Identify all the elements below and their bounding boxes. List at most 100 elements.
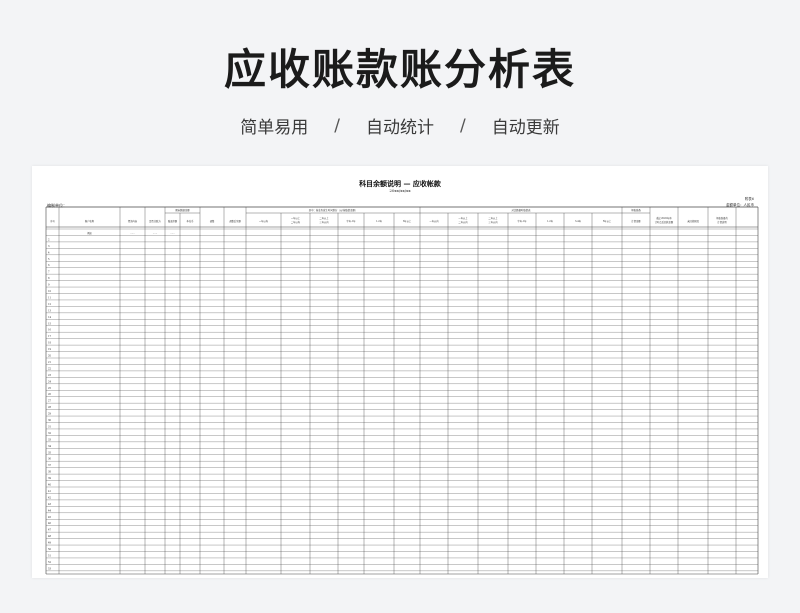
column-header: 是否关联方 [149, 219, 161, 223]
row-number-cell: 45 [48, 516, 52, 519]
column-header: 本位币 [187, 219, 195, 223]
column-header: 3-4年 [575, 219, 582, 223]
column-header: 调整 [210, 219, 215, 223]
row-number-cell: 9 [48, 284, 50, 287]
column-header: 计提说明 [717, 220, 727, 224]
row-number-cell: 43 [48, 503, 52, 506]
row-number-cell: 16 [48, 329, 52, 332]
column-header: 经济内容 [128, 219, 138, 223]
column-header: 1-2年 [547, 219, 554, 223]
header-group-label: 对比数据时账龄表 [511, 208, 531, 212]
row-number-cell: 31 [48, 425, 52, 428]
row-number-cell: 18 [48, 342, 52, 345]
column-header: 5年以上 [603, 219, 612, 223]
row-number-cell: 14 [48, 316, 52, 319]
spreadsheet-preview: 科目余额说明 — 应收帐款 20xx/xx/xx 附表6 金额单位：人民币 编制… [32, 166, 768, 578]
row-number-cell: 50 [48, 548, 52, 551]
row-number-cell: 46 [48, 522, 52, 525]
row-number-cell: 20 [48, 355, 52, 358]
column-header: 未回款原因 [687, 219, 699, 223]
row-number-cell: 41 [48, 490, 52, 493]
sample-cell: ······ [153, 232, 158, 235]
row-number-cell: 38 [48, 471, 52, 474]
row-number-cell: 6 [48, 264, 50, 267]
row-number-cell: 47 [48, 529, 52, 532]
column-header: 半年-1年 [346, 219, 356, 223]
row-number-cell: 53 [48, 567, 52, 570]
tagline-item-auto-update: 自动更新 [491, 118, 560, 138]
row-number-cell: 13 [48, 309, 52, 312]
column-header: 3年以上 [403, 219, 412, 223]
column-header: 账面余额 [168, 219, 178, 223]
row-number-cell: 25 [48, 387, 52, 390]
row-number-cell: 39 [48, 477, 52, 480]
row-number-cell: 24 [48, 380, 52, 383]
row-number-cell: 51 [48, 554, 52, 557]
column-header: 一年以上 [291, 216, 301, 220]
row-number-cell: 37 [48, 464, 52, 467]
column-header: 1-2年 [376, 219, 383, 223]
header-group-label: 期末数据金额 [175, 208, 190, 212]
tagline-item-easy: 简单易用 [240, 118, 309, 138]
row-number-cell: 17 [48, 335, 52, 338]
ledger-table: 2345678910111213141516171819202122232425… [45, 206, 759, 575]
row-number-cell: 35 [48, 451, 52, 454]
tagline-separator: / [334, 115, 340, 136]
row-number-cell: 12 [48, 303, 52, 306]
row-number-cell: 42 [48, 496, 52, 499]
column-header: 一年以内 [259, 219, 269, 223]
column-header: 二年以内 [458, 220, 468, 224]
header-group-label: 坏账准备 [631, 208, 641, 212]
tagline-separator: / [460, 115, 466, 136]
hero-title: 应收账款账分析表 [223, 45, 576, 94]
row-number-cell: 44 [48, 509, 52, 512]
row-number-cell: 26 [48, 393, 52, 396]
row-number-cell: 52 [48, 561, 52, 564]
column-header: 一年以上 [458, 216, 468, 220]
sample-cell: ······ [170, 232, 175, 235]
row-number-cell: 21 [48, 361, 52, 364]
column-header: 三年以内 [488, 220, 498, 224]
row-number-cell: 34 [48, 445, 52, 448]
row-number-cell: 30 [48, 419, 52, 422]
row-number-cell: 5 [48, 258, 50, 261]
column-header: 三年以内 [319, 220, 329, 224]
row-number-cell: 23 [48, 374, 52, 377]
column-header: 二年以上 [488, 216, 498, 220]
row-number-cell: 36 [48, 458, 52, 461]
row-number-cell: 4 [48, 251, 50, 254]
row-number-cell: 29 [48, 413, 52, 416]
row-number-cell: 49 [48, 542, 52, 545]
row-number-cell: 11 [48, 296, 52, 299]
column-header: 计时点后回款金额 [655, 220, 674, 224]
row-number-cell: 48 [48, 535, 52, 538]
row-number-cell: 27 [48, 400, 52, 403]
tagline: 简单易用 / 自动统计 / 自动更新 [0, 113, 800, 139]
row-number-cell: 8 [48, 277, 50, 280]
header-group-label: 其中：按业务发生时间划分（元/按账龄金额） [309, 208, 358, 212]
column-header: 坏账准备的 [716, 216, 728, 220]
row-number-cell: 15 [48, 322, 52, 325]
row-number-cell: 3 [48, 245, 50, 248]
tagline-item-auto-stat: 自动统计 [366, 118, 434, 138]
row-number-cell: 33 [48, 438, 52, 441]
row-number-cell: 32 [48, 432, 52, 435]
column-header: 一年以内 [429, 219, 439, 223]
row-number-cell: 7 [48, 271, 50, 274]
column-header: 调整后余额 [229, 219, 241, 223]
row-number-cell: 19 [48, 348, 52, 351]
row-number-cell: 2 [48, 238, 50, 241]
column-header: 半年-1年 [517, 219, 527, 223]
column-header: 截止2020年审 [656, 216, 672, 220]
column-header: 客户名称 [85, 219, 95, 223]
row-number-cell: 28 [48, 406, 52, 409]
row-number-cell: 40 [48, 484, 52, 487]
column-header: 二年以内 [291, 220, 301, 224]
column-header: 二年以上 [319, 216, 329, 220]
row-number-cell: 10 [48, 290, 52, 293]
row-number-cell: 22 [48, 367, 52, 370]
sample-cell: ······ [130, 232, 135, 235]
column-header: 计提金额 [631, 219, 641, 223]
column-header: 序号 [50, 219, 55, 223]
sample-cell: 例如 [87, 231, 92, 235]
